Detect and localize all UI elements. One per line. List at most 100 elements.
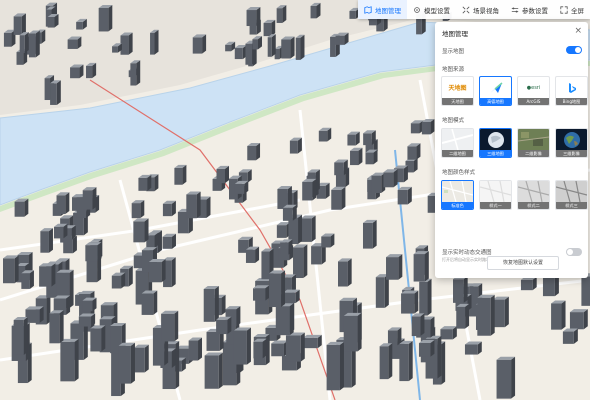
building: [204, 352, 223, 389]
building: [253, 285, 270, 301]
color-option-style1[interactable]: 样式一: [479, 180, 512, 210]
building: [67, 36, 82, 49]
building: [283, 289, 300, 304]
building: [318, 127, 332, 142]
standard-style-thumbnail: [442, 181, 473, 202]
building: [321, 233, 335, 248]
style2-thumbnail: [518, 181, 549, 202]
toolbar-scene-view-button[interactable]: 场景视角: [456, 0, 505, 19]
building: [150, 29, 159, 55]
building: [47, 14, 59, 28]
building: [520, 276, 537, 291]
building: [162, 200, 176, 217]
building: [350, 147, 363, 166]
building: [148, 259, 166, 283]
building: [477, 294, 495, 336]
reset-default-button[interactable]: 恢复地图默认设置: [487, 256, 559, 270]
show-map-toggle[interactable]: [566, 46, 582, 54]
source-option-amap[interactable]: 高德地图: [479, 76, 512, 106]
toolbar-model-settings-button[interactable]: 模型设置: [407, 0, 456, 19]
building: [551, 300, 566, 330]
source-option-bing[interactable]: Bing地图: [555, 76, 588, 106]
building: [411, 313, 425, 337]
toolbar-params-button[interactable]: 参数设置: [505, 0, 554, 19]
building: [280, 239, 293, 255]
close-icon[interactable]: ×: [574, 26, 582, 36]
building: [300, 215, 316, 242]
building: [282, 204, 297, 221]
building: [245, 246, 260, 263]
map-mode-options: 二维地图 三维地图 二维影像 三维影像: [441, 128, 588, 158]
building: [383, 169, 398, 188]
amap-logo: [480, 77, 511, 98]
fullscreen-icon: [560, 5, 568, 14]
option-caption: 样式三: [556, 202, 587, 209]
building: [216, 165, 230, 184]
building: [50, 80, 61, 105]
building: [234, 45, 247, 60]
color-option-style2[interactable]: 样式二: [517, 180, 550, 210]
mode-option-2d[interactable]: 二维地图: [441, 128, 474, 158]
building: [90, 325, 106, 352]
color-option-standard[interactable]: 标准色: [441, 180, 474, 210]
building: [289, 137, 302, 154]
building: [492, 296, 509, 328]
building: [247, 142, 261, 161]
building: [233, 327, 251, 365]
building: [253, 338, 267, 359]
mode-option-2d-imagery[interactable]: 二维影像: [517, 128, 550, 158]
building: [216, 316, 232, 335]
building: [3, 255, 19, 284]
source-option-arcgis[interactable]: ●esri ArcGIS: [517, 76, 550, 106]
mode-option-3d-imagery[interactable]: 三维影像: [555, 128, 588, 158]
building: [464, 341, 482, 355]
building: [496, 356, 516, 399]
source-option-tianditu[interactable]: 天地图 天地图: [441, 76, 474, 106]
building: [252, 36, 262, 50]
option-caption: 样式二: [518, 202, 549, 209]
building: [338, 258, 352, 287]
building: [161, 310, 179, 342]
building: [131, 200, 145, 219]
map-source-options: 天地图 天地图 高德地图 ●esri ArcGIS Bing地图: [441, 76, 588, 106]
satellite-thumbnail: [518, 129, 549, 150]
building: [56, 192, 70, 214]
building: [569, 309, 588, 330]
building: [203, 286, 219, 322]
building: [133, 218, 149, 243]
style1-thumbnail: [480, 181, 511, 202]
toolbar-map-manage-button[interactable]: 地图管理: [358, 0, 407, 19]
building: [19, 32, 29, 53]
building: [302, 178, 317, 201]
building: [174, 164, 187, 185]
building: [413, 251, 429, 282]
bing-logo: [556, 77, 587, 98]
top-toolbar: 地图管理 模型设置 场景视角 参数设置 全屏: [358, 0, 590, 19]
building: [331, 186, 346, 210]
toolbar-fullscreen-label: 全屏: [571, 6, 584, 15]
building: [85, 242, 102, 262]
building: [562, 328, 578, 344]
building: [138, 174, 152, 191]
option-caption: 三维地图: [480, 150, 511, 157]
map-source-label: 地图来源: [442, 67, 465, 73]
dynamic-traffic-toggle[interactable]: [566, 248, 582, 256]
settings-icon: [414, 6, 420, 13]
building: [25, 306, 44, 323]
building: [53, 223, 68, 239]
option-caption: 二维影像: [518, 150, 549, 157]
building: [581, 273, 590, 306]
mode-option-3d[interactable]: 三维地图: [479, 128, 512, 158]
building: [275, 303, 294, 336]
sliders-icon: [511, 6, 519, 13]
option-caption: 天地图: [442, 98, 473, 105]
building: [82, 297, 97, 312]
toolbar-scene-view-label: 场景视角: [473, 6, 499, 15]
map-manage-panel: 地图管理 × 显示地图 地图来源 天地图 天地图 高德地图 ●esri ArcG…: [435, 22, 588, 278]
toolbar-fullscreen-button[interactable]: 全屏: [554, 0, 590, 19]
color-option-style3[interactable]: 样式三: [555, 180, 588, 210]
dynamic-traffic-label: 显示实时动态交通图: [442, 250, 492, 256]
building: [78, 313, 96, 327]
building: [130, 60, 141, 86]
option-caption: ArcGIS: [518, 98, 549, 105]
